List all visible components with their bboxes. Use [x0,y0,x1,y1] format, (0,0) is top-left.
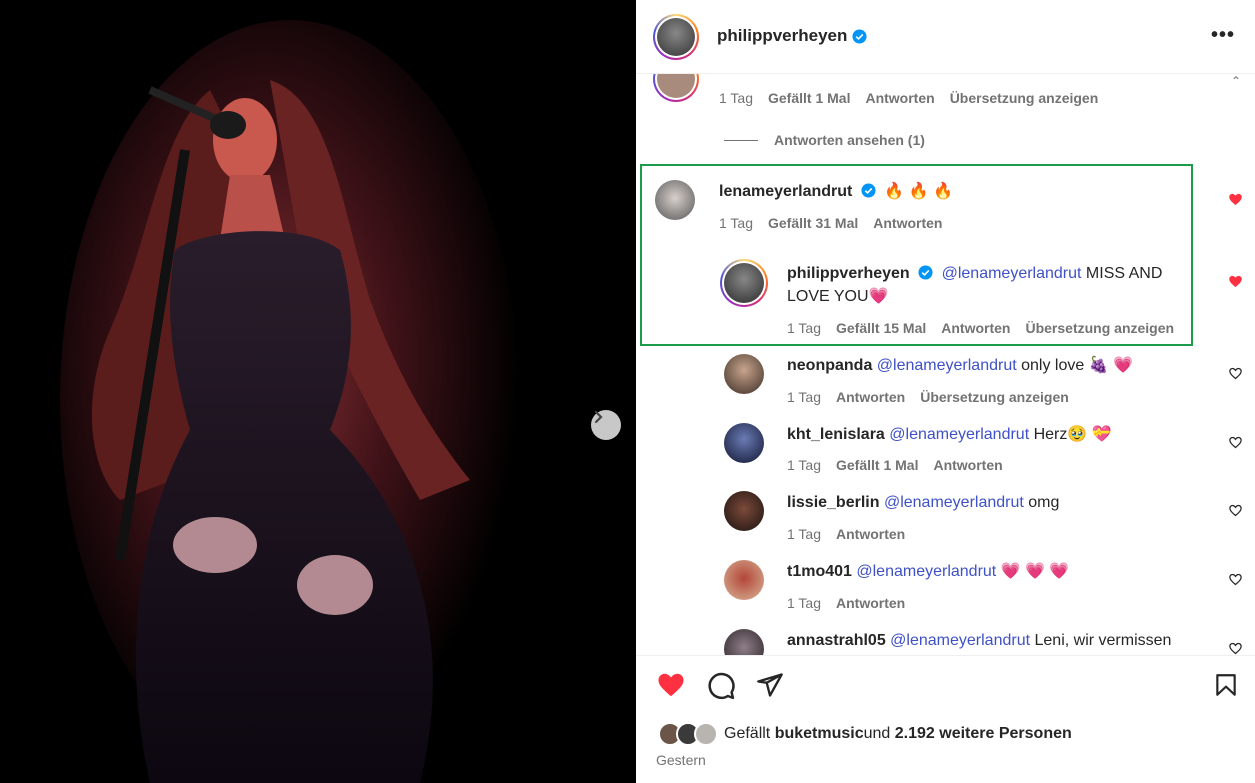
reply-meta: 1 Tag Gefällt 15 Mal Antworten Übersetzu… [787,320,1175,336]
reply-body: philippverheyen @lenameyerlandrut MISS A… [787,265,1163,305]
comment-body: t1mo401 @lenameyerlandrut 💗 💗 💗 [787,563,1070,580]
divider [724,139,758,141]
comment-meta: 1 Tag Antworten Übersetzung anzeigen [787,389,1069,405]
heart-outline-icon[interactable] [1228,641,1243,655]
comment-meta: 1 Tag Antworten [787,595,906,611]
comment-meta: 1 Tag Gefällt 31 Mal Antworten [719,215,943,231]
heart-filled-icon[interactable] [1228,192,1243,207]
view-replies-button[interactable]: Antworten ansehen (1) [724,132,925,148]
comment-avatar[interactable] [724,423,764,463]
more-options-button[interactable]: ••• [1211,24,1235,47]
comment-bubble-icon[interactable] [706,671,736,701]
comment-body: neonpanda @lenameyerlandrut only love 🍇 … [787,357,1133,374]
post-header: philippverheyen ••• [636,0,1255,74]
comment-body: lenameyerlandrut 🔥 🔥 🔥 [719,183,953,200]
verified-badge-icon [861,183,876,198]
heart-outline-icon[interactable] [1228,503,1243,518]
comment-username[interactable]: kht_lenislara [787,426,885,443]
scroll-up-icon[interactable]: ⌃ [1231,74,1241,88]
comment-username[interactable]: lenameyerlandrut [719,183,852,200]
mention-link[interactable]: @lenameyerlandrut [942,265,1082,282]
post-media [0,0,636,783]
comment-avatar[interactable] [724,560,764,600]
comment-meta: 1 Tag Gefällt 1 Mal Antworten [787,457,1003,473]
comment-avatar[interactable] [655,180,695,220]
like-button-heart-filled-icon[interactable] [655,670,687,700]
share-send-icon[interactable] [756,671,784,699]
comment-meta: 1 Tag Gefällt 1 Mal Antworten Übersetzun… [719,90,1099,106]
mention-link[interactable]: @lenameyerlandrut [889,426,1029,443]
avatar [694,722,718,746]
comment-meta: 1 Tag Antworten [787,526,906,542]
reply-username[interactable]: philippverheyen [787,265,910,282]
heart-outline-icon[interactable] [1228,572,1243,587]
heart-outline-icon[interactable] [1228,366,1243,381]
comment-avatar[interactable] [724,354,764,394]
comment-body: annastrahl05 @lenameyerlandrut Leni, wir… [787,632,1172,649]
liker-avatars [658,722,720,746]
chevron-right-icon [594,410,603,424]
mention-link[interactable]: @lenameyerlandrut [890,632,1030,649]
author-avatar[interactable] [653,14,699,60]
heart-outline-icon[interactable] [1228,435,1243,450]
reply-avatar[interactable] [720,259,768,307]
heart-filled-icon[interactable] [1228,274,1243,289]
comment-username[interactable]: neonpanda [787,357,872,374]
comment-avatar[interactable] [653,74,699,102]
comment-body: kht_lenislara @lenameyerlandrut Herz🥹 💝 [787,426,1112,443]
mention-link[interactable]: @lenameyerlandrut [877,357,1017,374]
post-date[interactable]: Gestern [656,752,706,768]
save-bookmark-icon[interactable] [1213,670,1239,700]
comment-username[interactable]: t1mo401 [787,563,852,580]
comment-username[interactable]: annastrahl05 [787,632,886,649]
verified-badge-icon [918,265,933,280]
comment-username[interactable]: lissie_berlin [787,494,880,511]
verified-badge-icon [852,28,867,44]
comments-list[interactable]: ⌃ 1 Tag Gefällt 1 Mal Antworten Übersetz… [636,74,1255,655]
author-username[interactable]: philippverheyen [717,26,867,46]
mention-link[interactable]: @lenameyerlandrut [856,563,996,580]
mention-link[interactable]: @lenameyerlandrut [884,494,1024,511]
comment-avatar[interactable] [724,629,764,655]
concert-photo [0,0,636,783]
comment-body: lissie_berlin @lenameyerlandrut omg [787,494,1060,511]
comment-avatar[interactable] [724,491,764,531]
post-panel: philippverheyen ••• ⌃ 1 Tag Gefällt 1 Ma… [636,0,1255,783]
post-actions: Gefällt buketmusic und 2.192 weitere Per… [636,655,1255,783]
next-media-button[interactable] [591,410,621,440]
likes-summary[interactable]: Gefällt buketmusic und 2.192 weitere Per… [658,722,1072,746]
